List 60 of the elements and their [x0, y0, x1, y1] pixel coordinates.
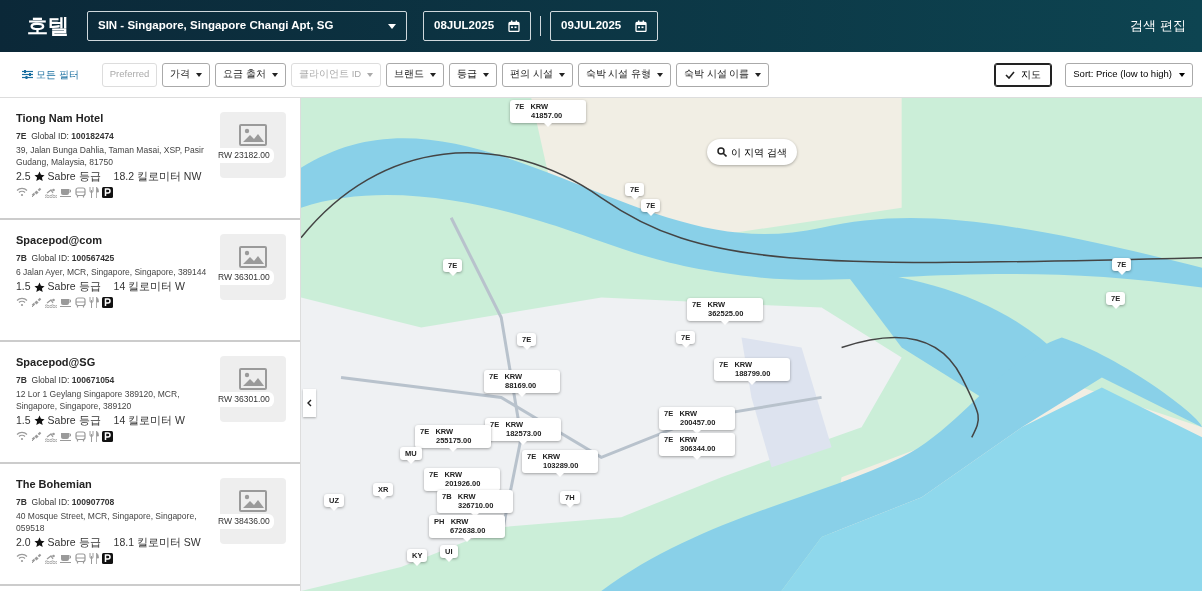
hotel-address: 39, Jalan Bunga Dahlia, Taman Masai, XSP, Pasir Gudang, Malaysia, 81750	[16, 145, 205, 170]
check-in-date[interactable]: 08JUL2025	[423, 11, 532, 41]
price-label: RW 38436.00	[218, 514, 274, 529]
distance-text: 14 킬로미터 W	[113, 279, 185, 295]
calendar-icon	[508, 20, 521, 32]
all-filters-link[interactable]: 모든 필터	[22, 67, 79, 82]
star-icon	[33, 537, 45, 549]
rating-value: 2.5	[16, 169, 31, 185]
global-id-text: 7E Global ID: 100182474	[16, 129, 115, 143]
filter-dropdown[interactable]: 가격	[162, 62, 211, 87]
edit-search-link[interactable]: 검색 편집	[1130, 16, 1186, 36]
global-id-text: 7B Global ID: 100907708	[16, 495, 116, 509]
hotel-address: 40 Mosque Street, MCR, Singapore, Singapore, 059518	[16, 511, 198, 536]
chevron-left-icon	[307, 399, 312, 407]
hotel-name[interactable]: Tiong Nam Hotel	[16, 110, 220, 127]
hotel-name[interactable]: Spacepod@com	[16, 232, 220, 249]
page-title: 호텔	[27, 13, 69, 40]
star-icon	[33, 171, 45, 183]
check-icon	[1005, 70, 1016, 79]
image-placeholder-icon	[239, 246, 267, 268]
map-toggle-button[interactable]: 지도	[994, 62, 1053, 87]
filter-dropdown[interactable]: 편의 시설	[502, 62, 573, 87]
search-area-button[interactable]: 이 지역 검색	[707, 139, 797, 165]
global-id-text: 7B Global ID: 100567425	[16, 251, 116, 265]
rating-label: Sabre 등급	[47, 535, 101, 551]
search-icon	[717, 147, 727, 157]
sort-dropdown[interactable]: Sort: Price (low to high)	[1065, 62, 1193, 87]
filter-dropdown[interactable]: 요금 출처	[215, 62, 287, 87]
hotel-name[interactable]: Spacepod@SG	[16, 354, 220, 371]
calendar-icon	[635, 20, 648, 32]
image-placeholder-icon	[239, 368, 267, 390]
price-label: RW 36301.00	[218, 392, 274, 407]
hotel-address: 12 Lor 1 Geylang Singapore 389120, MCR, Singapore, Singapore, 389120	[16, 389, 181, 414]
filter-dropdown[interactable]: 브랜드	[386, 62, 445, 87]
caret-icon	[388, 23, 396, 29]
hotel-address: 6 Jalan Ayer, MCR, Singapore, Singapore, 389144	[16, 267, 208, 280]
distance-text: 14 킬로미터 W	[113, 413, 185, 429]
distance-text: 18.1 킬로미터 SW	[113, 535, 201, 551]
image-placeholder-icon	[239, 490, 267, 512]
check-out-date[interactable]: 09JUL2025	[550, 11, 659, 41]
filter-dropdown[interactable]: 숙박 시설 유형	[577, 62, 672, 87]
filter-dropdown[interactable]: 숙박 시설 이름	[676, 62, 770, 87]
rating-label: Sabre 등급	[47, 169, 101, 185]
hotel-name[interactable]: The Bohemian	[16, 476, 220, 493]
price-label: RW 36301.00	[218, 270, 274, 285]
price-label: RW 23182.00	[218, 148, 274, 163]
rating-value: 1.5	[16, 413, 31, 429]
location-select[interactable]: SIN - Singapore, Singapore Changi Apt, SG	[87, 11, 407, 41]
collapse-button[interactable]	[303, 389, 316, 417]
global-id-text: 7B Global ID: 100671054	[16, 373, 116, 387]
rating-label: Sabre 등급	[47, 279, 101, 295]
sliders-icon	[22, 70, 33, 79]
star-icon	[33, 281, 45, 293]
filter-dropdown[interactable]: 등급	[449, 62, 498, 87]
image-placeholder-icon	[239, 124, 267, 146]
distance-text: 18.2 킬로미터 NW	[113, 169, 202, 185]
rating-value: 2.0	[16, 535, 31, 551]
star-icon	[33, 415, 45, 427]
rating-value: 1.5	[16, 279, 31, 295]
rating-label: Sabre 등급	[47, 413, 101, 429]
